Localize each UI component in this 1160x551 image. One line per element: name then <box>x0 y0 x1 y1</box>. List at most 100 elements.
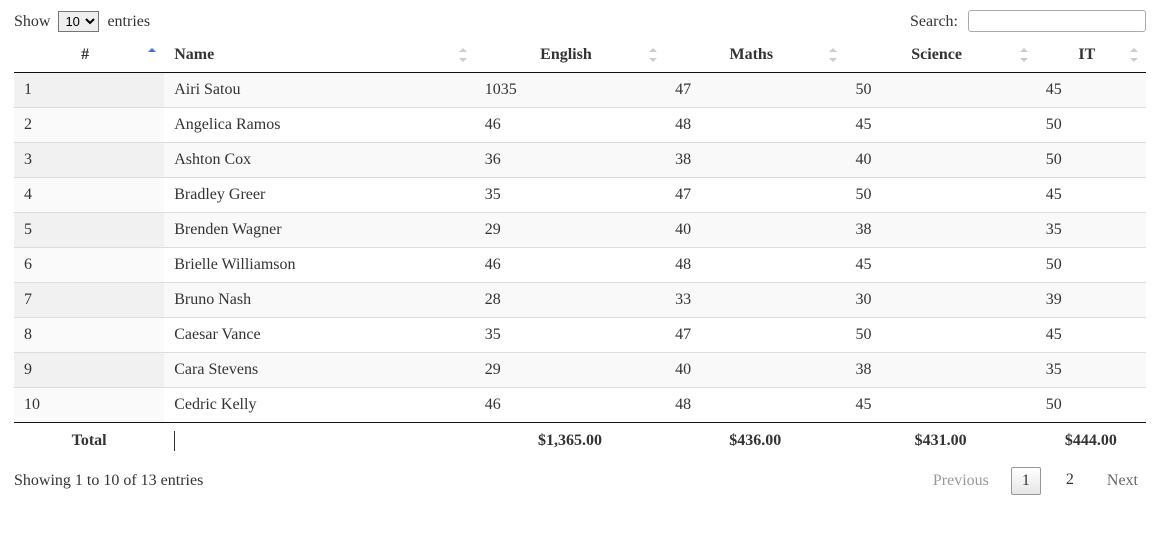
cell-index: 3 <box>14 143 164 178</box>
cell-english: 46 <box>475 108 665 143</box>
cell-it: 45 <box>1036 73 1146 108</box>
table-footer-row: Total $1,365.00 $436.00 $431.00 $444.00 <box>14 423 1146 460</box>
cell-name: Bradley Greer <box>164 178 475 213</box>
table-row: 10Cedric Kelly46484550 <box>14 388 1146 423</box>
col-header-science[interactable]: Science <box>845 38 1035 73</box>
pagination-page-1[interactable]: 1 <box>1011 467 1041 495</box>
col-header-english[interactable]: English <box>475 38 665 73</box>
col-header-index[interactable]: # <box>14 38 164 73</box>
col-header-science-label: Science <box>911 46 962 63</box>
cell-english: 46 <box>475 248 665 283</box>
cell-it: 50 <box>1036 248 1146 283</box>
cell-index: 1 <box>14 73 164 108</box>
cell-it: 35 <box>1036 353 1146 388</box>
cell-maths: 48 <box>665 108 845 143</box>
search-control: Search: <box>910 10 1146 32</box>
footer-name-cell <box>164 423 475 460</box>
search-input[interactable] <box>968 10 1146 32</box>
pagination-next[interactable]: Next <box>1099 468 1146 494</box>
cell-name: Bruno Nash <box>164 283 475 318</box>
table-info: Showing 1 to 10 of 13 entries <box>14 472 203 490</box>
length-control: Show 10 entries <box>14 11 150 32</box>
table-header-row: # Name English Maths Science IT <box>14 38 1146 73</box>
cell-english: 1035 <box>475 73 665 108</box>
cell-name: Cara Stevens <box>164 353 475 388</box>
cell-index: 2 <box>14 108 164 143</box>
sort-icon <box>829 48 839 62</box>
cell-science: 45 <box>845 108 1035 143</box>
cell-english: 36 <box>475 143 665 178</box>
cell-science: 50 <box>845 318 1035 353</box>
cell-index: 5 <box>14 213 164 248</box>
col-header-it-label: IT <box>1078 46 1095 63</box>
cell-maths: 47 <box>665 178 845 213</box>
cell-name: Airi Satou <box>164 73 475 108</box>
col-header-english-label: English <box>540 46 592 63</box>
length-prefix: Show <box>14 13 50 30</box>
cell-it: 50 <box>1036 143 1146 178</box>
cell-it: 50 <box>1036 388 1146 423</box>
cell-it: 45 <box>1036 318 1146 353</box>
table-row: 6Brielle Williamson46484550 <box>14 248 1146 283</box>
cell-maths: 47 <box>665 73 845 108</box>
table-row: 4Bradley Greer35475045 <box>14 178 1146 213</box>
cell-name: Cedric Kelly <box>164 388 475 423</box>
cell-english: 29 <box>475 213 665 248</box>
footer-total-label: Total <box>14 423 164 460</box>
cell-science: 40 <box>845 143 1035 178</box>
length-suffix: entries <box>107 13 150 30</box>
data-table: # Name English Maths Science IT <box>14 38 1146 459</box>
cell-name: Angelica Ramos <box>164 108 475 143</box>
col-header-name[interactable]: Name <box>164 38 475 73</box>
table-row: 3Ashton Cox36384050 <box>14 143 1146 178</box>
footer-english-total: $1,365.00 <box>475 423 665 460</box>
sort-icon <box>1020 48 1030 62</box>
cell-index: 9 <box>14 353 164 388</box>
cell-name: Brenden Wagner <box>164 213 475 248</box>
footer-maths-total: $436.00 <box>665 423 845 460</box>
pagination: Previous 12 Next <box>925 467 1146 495</box>
table-row: 2Angelica Ramos46484550 <box>14 108 1146 143</box>
cell-it: 35 <box>1036 213 1146 248</box>
cell-science: 30 <box>845 283 1035 318</box>
cell-index: 6 <box>14 248 164 283</box>
cell-it: 50 <box>1036 108 1146 143</box>
cell-name: Caesar Vance <box>164 318 475 353</box>
cell-science: 50 <box>845 178 1035 213</box>
cell-science: 45 <box>845 388 1035 423</box>
cell-english: 46 <box>475 388 665 423</box>
search-label: Search: <box>910 13 958 30</box>
cell-index: 7 <box>14 283 164 318</box>
cell-english: 28 <box>475 283 665 318</box>
cell-maths: 40 <box>665 213 845 248</box>
page-length-select[interactable]: 10 <box>58 11 99 32</box>
cell-science: 45 <box>845 248 1035 283</box>
cell-name: Ashton Cox <box>164 143 475 178</box>
col-header-maths-label: Maths <box>730 46 774 63</box>
cell-maths: 48 <box>665 388 845 423</box>
cell-maths: 47 <box>665 318 845 353</box>
cell-maths: 33 <box>665 283 845 318</box>
cell-it: 45 <box>1036 178 1146 213</box>
cell-science: 38 <box>845 213 1035 248</box>
col-header-maths[interactable]: Maths <box>665 38 845 73</box>
sort-asc-icon <box>148 48 158 62</box>
cell-science: 38 <box>845 353 1035 388</box>
footer-it-total: $444.00 <box>1036 423 1146 460</box>
table-row: 7Bruno Nash28333039 <box>14 283 1146 318</box>
cell-maths: 38 <box>665 143 845 178</box>
sort-icon <box>459 48 469 62</box>
pagination-page-2[interactable]: 2 <box>1055 467 1085 495</box>
sort-icon <box>649 48 659 62</box>
table-row: 1Airi Satou1035475045 <box>14 73 1146 108</box>
table-row: 9Cara Stevens29403835 <box>14 353 1146 388</box>
cell-maths: 40 <box>665 353 845 388</box>
col-header-it[interactable]: IT <box>1036 38 1146 73</box>
cell-index: 8 <box>14 318 164 353</box>
cell-science: 50 <box>845 73 1035 108</box>
col-header-index-label: # <box>81 46 89 63</box>
pagination-previous[interactable]: Previous <box>925 468 997 494</box>
cell-it: 39 <box>1036 283 1146 318</box>
col-header-name-label: Name <box>174 46 214 63</box>
cell-index: 4 <box>14 178 164 213</box>
